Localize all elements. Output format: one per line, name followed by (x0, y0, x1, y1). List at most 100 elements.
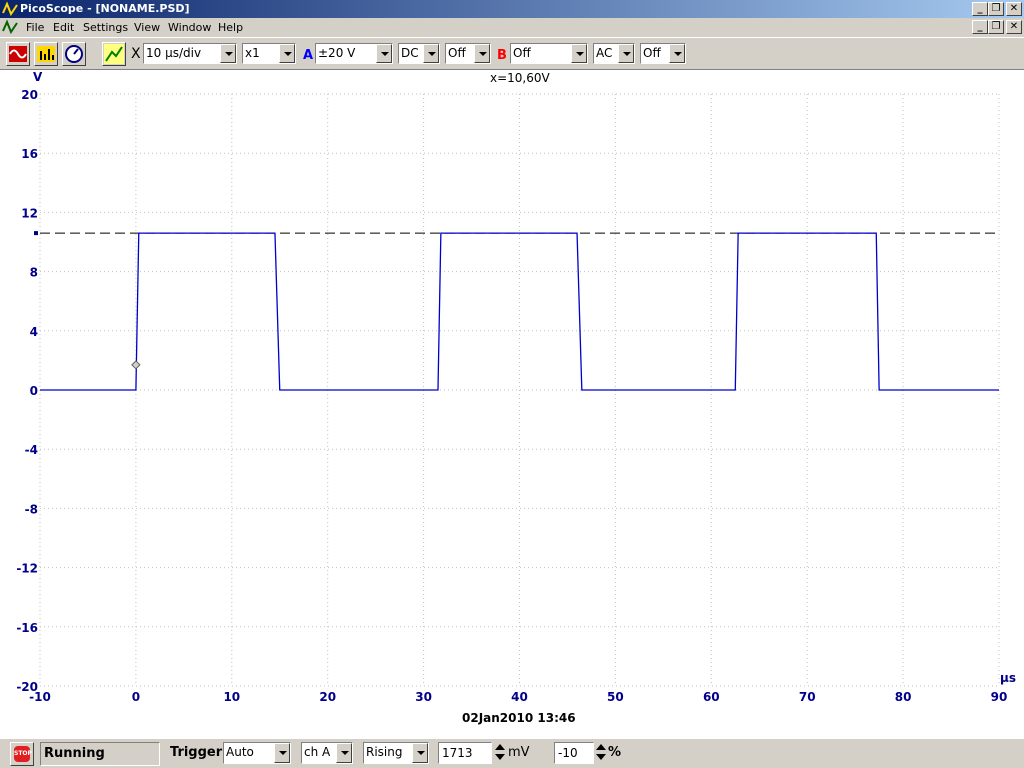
run-state: Running (40, 742, 160, 766)
picoscope-app-icon (2, 1, 18, 17)
minimize-icon[interactable]: _ (972, 2, 988, 16)
x-tick-label: 60 (703, 690, 720, 704)
close-icon[interactable]: ✕ (1006, 2, 1022, 16)
trigger-level-unit: mV (508, 745, 530, 760)
trigger-level-field[interactable]: 1713 (438, 742, 492, 764)
channel-b-range: Off (513, 46, 531, 60)
timebase-select[interactable]: 10 µs/div (143, 43, 237, 64)
doc-minimize-icon[interactable]: _ (972, 20, 988, 34)
y-tick-label: 12 (21, 206, 38, 220)
trigger-edge: Rising (366, 745, 403, 759)
title-bar: PicoScope - [NONAME.PSD] _ ❐ ✕ (0, 0, 1024, 18)
x-tick-label: 90 (991, 690, 1008, 704)
menu-window[interactable]: Window (168, 18, 211, 37)
chevron-down-icon[interactable] (412, 743, 428, 763)
y-tick-label: 20 (21, 88, 38, 102)
spectrum-icon (37, 46, 55, 62)
x-tick-label: 10 (223, 690, 240, 704)
y-tick-label: 16 (21, 147, 38, 161)
chevron-down-icon[interactable] (336, 743, 352, 763)
cursor-readout: x=10,60V (490, 71, 550, 85)
y-tick-label: -16 (16, 621, 38, 635)
menu-view[interactable]: View (134, 18, 160, 37)
channel-a-option: Off (448, 46, 466, 60)
doc-close-icon[interactable]: ✕ (1006, 20, 1022, 34)
trigger-channel-select[interactable]: ch A (301, 742, 353, 764)
y-tick-label: -4 (25, 443, 38, 457)
x-tick-label: 20 (319, 690, 336, 704)
channel-a-label: A (303, 48, 314, 63)
x-tick-label: 80 (895, 690, 912, 704)
x-axis-unit: µs (1000, 671, 1016, 685)
menu-file[interactable]: File (26, 18, 44, 37)
multiplier-select[interactable]: x1 (242, 43, 296, 64)
y-tick-label: 4 (30, 325, 38, 339)
multiplier-value: x1 (245, 46, 260, 60)
reference-level-marker (34, 231, 38, 236)
chevron-down-icon[interactable] (220, 44, 236, 63)
timebase-prefix: X (131, 46, 141, 62)
channel-b-coupling: AC (596, 46, 613, 60)
toolbar: X 10 µs/div x1 A ±20 V DC Off B Off AC O… (0, 37, 1024, 70)
timebase-value: 10 µs/div (146, 46, 202, 60)
stop-button[interactable]: STOP (10, 742, 34, 766)
chevron-down-icon[interactable] (423, 44, 439, 63)
pretrigger-field[interactable]: -10 (554, 742, 594, 764)
chevron-down-icon[interactable] (618, 44, 634, 63)
trace-settings-button[interactable] (102, 42, 126, 66)
channel-a-coupling-select[interactable]: DC (398, 43, 440, 64)
channel-b-label: B (497, 48, 507, 63)
trigger-label: Trigger (170, 745, 223, 760)
window-controls: _ ❐ ✕ (972, 2, 1022, 16)
trace-icon (104, 44, 124, 64)
oscilloscope-plot-area[interactable]: 20 16 12 8 4 0 -4 -8 -12 -16 -20 -10 0 10 20 30 40 50 60 7… (0, 70, 1024, 738)
trigger-channel: ch A (304, 745, 331, 759)
scope-icon (9, 46, 27, 62)
pretrigger-unit: % (608, 745, 622, 760)
y-axis-unit: V (33, 70, 43, 84)
menu-edit[interactable]: Edit (53, 18, 74, 37)
chevron-down-icon[interactable] (571, 44, 587, 63)
stop-icon: STOP (14, 746, 32, 762)
channel-b-coupling-select[interactable]: AC (593, 43, 635, 64)
chevron-down-icon[interactable] (279, 44, 295, 63)
spectrum-view-button[interactable] (34, 42, 58, 66)
channel-a-range: ±20 V (318, 46, 356, 60)
menu-bar: File Edit Settings View Window Help _ ❐ … (0, 18, 1024, 37)
y-tick-label: 0 (30, 384, 38, 398)
channel-b-range-select[interactable]: Off (510, 43, 588, 64)
trigger-edge-select[interactable]: Rising (363, 742, 429, 764)
meter-view-button[interactable] (62, 42, 86, 66)
x-tick-label: 40 (511, 690, 528, 704)
chevron-down-icon[interactable] (474, 44, 490, 63)
scope-view-button[interactable] (6, 42, 30, 66)
document-window-controls: _ ❐ ✕ (972, 20, 1022, 34)
x-tick-label: 0 (132, 690, 140, 704)
trigger-mode-select[interactable]: Auto (223, 742, 291, 764)
x-tick-label: 50 (607, 690, 624, 704)
chevron-down-icon[interactable] (274, 743, 290, 763)
chevron-down-icon[interactable] (376, 44, 392, 63)
doc-restore-icon[interactable]: ❐ (988, 20, 1004, 34)
channel-b-option-select[interactable]: Off (640, 43, 686, 64)
restore-icon[interactable]: ❐ (988, 2, 1004, 16)
chevron-down-icon[interactable] (669, 44, 685, 63)
waveform-chart[interactable]: 201612840-4-8-12-16-20 -10 0 10 20 30 40 50 60 7… (0, 70, 1024, 738)
x-tick-label: 30 (415, 690, 432, 704)
window-title: PicoScope - [NONAME.PSD] (20, 2, 190, 15)
channel-a-option-select[interactable]: Off (445, 43, 491, 64)
trigger-point-marker (131, 360, 141, 370)
status-bar: STOP Running Trigger Auto ch A Rising 17… (0, 738, 1024, 768)
meter-icon (65, 45, 83, 63)
channel-a-coupling: DC (401, 46, 419, 60)
channel-a-range-select[interactable]: ±20 V (315, 43, 393, 64)
trigger-level-spinner-icon[interactable] (494, 742, 506, 764)
y-tick-label: -12 (16, 562, 38, 576)
y-tick-label: -8 (25, 502, 38, 516)
pretrigger-spinner-icon[interactable] (595, 742, 607, 764)
trigger-mode: Auto (226, 745, 254, 759)
menu-settings[interactable]: Settings (83, 18, 128, 37)
menu-help[interactable]: Help (218, 18, 243, 37)
x-tick-label: -10 (29, 690, 51, 704)
document-icon[interactable] (2, 19, 18, 35)
